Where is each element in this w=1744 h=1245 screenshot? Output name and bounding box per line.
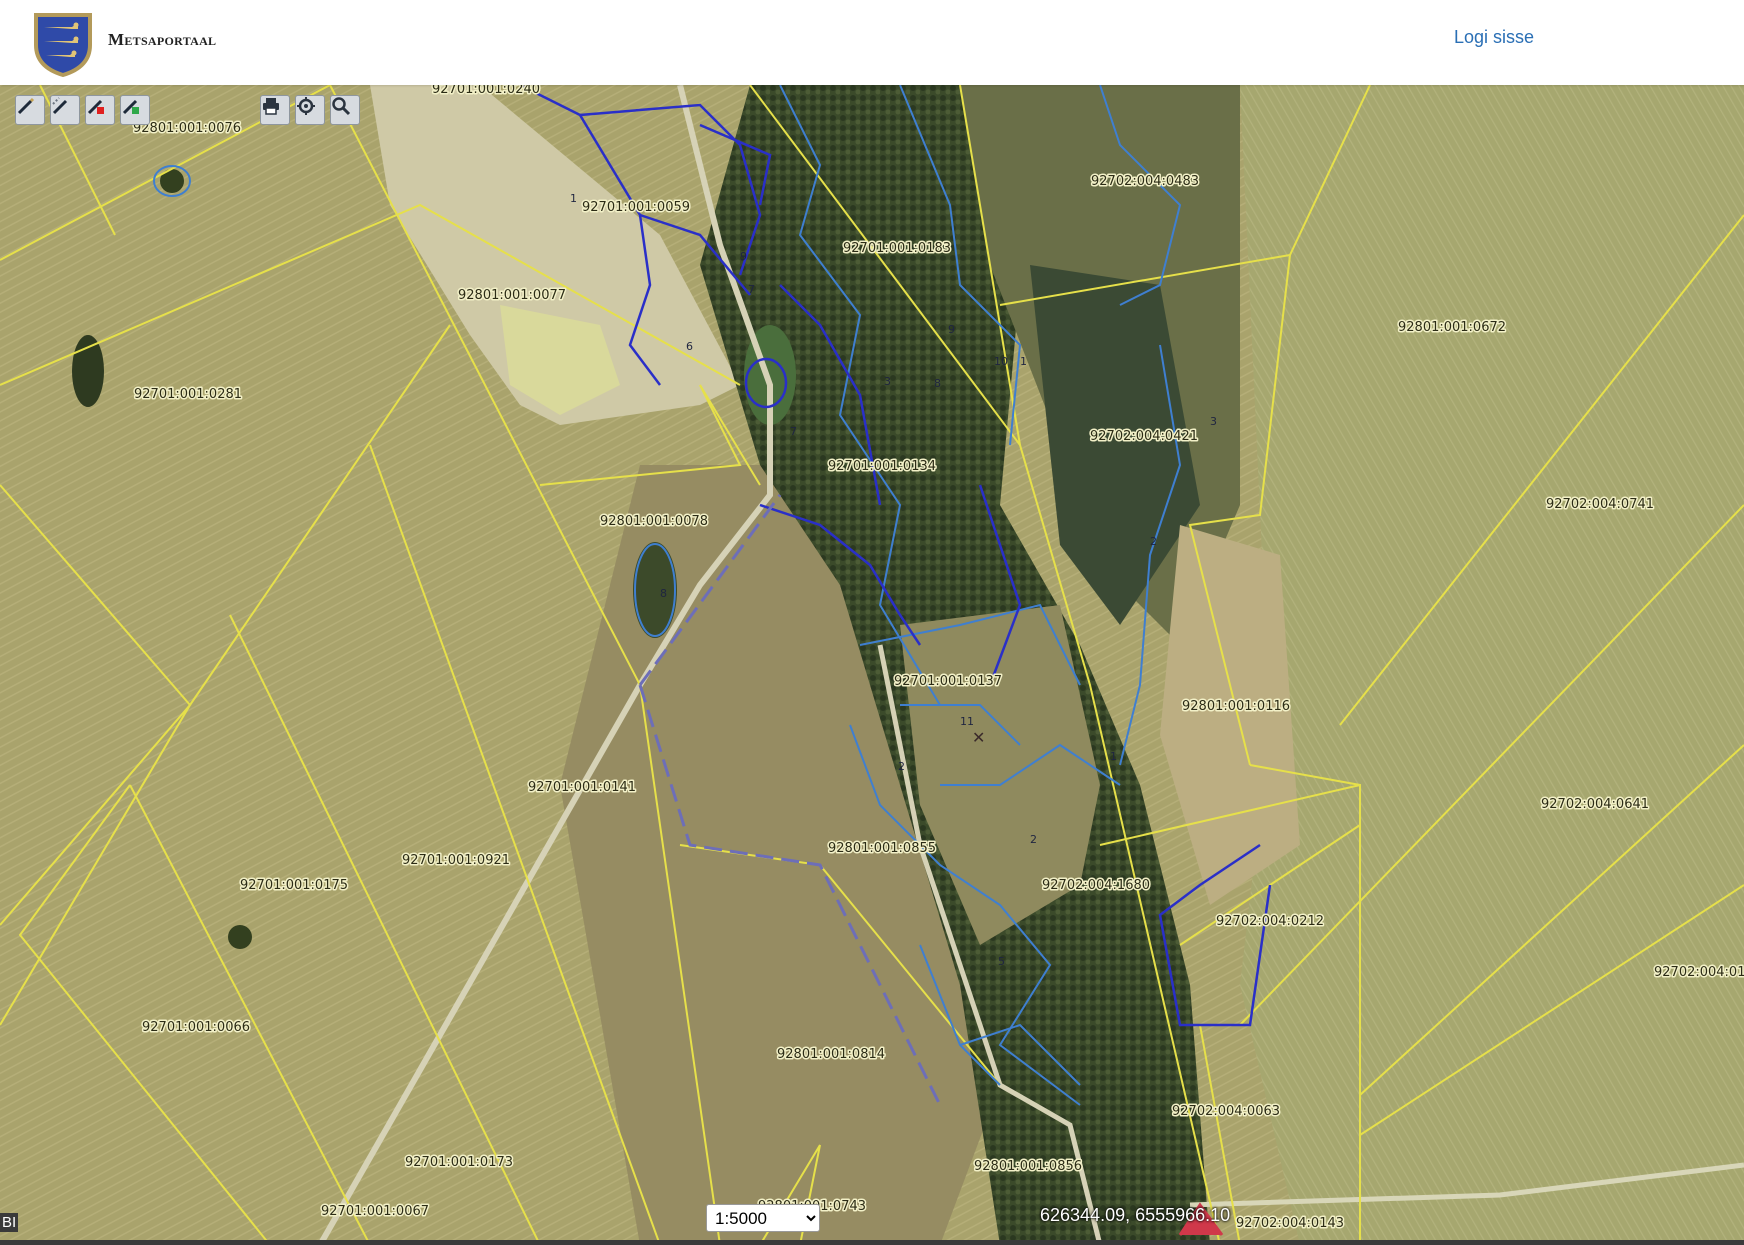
search-button[interactable]: [330, 95, 360, 125]
parcel-label[interactable]: 92701:001:0175: [239, 877, 350, 895]
draw-polygon-button[interactable]: [50, 95, 80, 125]
stand-number: 1: [1020, 355, 1027, 368]
app-title: Metsaportaal: [108, 30, 217, 49]
pencil-area-icon: [52, 97, 68, 115]
stand-number: 11: [960, 715, 974, 728]
parcel-label[interactable]: 92701:001:0921: [401, 852, 512, 870]
orthophoto-map[interactable]: 92701:001:0240 92801:001:0076 92701:001:…: [0, 85, 1744, 1245]
stand-number: 8: [934, 377, 941, 390]
stand-number: 10: [994, 355, 1008, 368]
parcel-label[interactable]: 92702:004:011: [1653, 964, 1744, 982]
stand-number: 1: [570, 192, 577, 205]
stand-number: 7: [748, 283, 755, 296]
scale-select[interactable]: 1:5000: [706, 1204, 820, 1232]
edge-label: BI: [0, 1213, 19, 1232]
parcel-label[interactable]: 92702:004:1680: [1041, 877, 1152, 895]
print-icon: [263, 98, 279, 115]
stand-number: 3: [884, 375, 891, 388]
search-icon: [332, 97, 351, 116]
parcel-label[interactable]: 92701:001:0240: [431, 85, 542, 99]
stand-number: 7: [790, 425, 797, 438]
parcel-label[interactable]: 92702:004:0741: [1545, 496, 1656, 514]
locate-button[interactable]: [295, 95, 325, 125]
pencil-delete-icon: [87, 99, 104, 115]
parcel-label[interactable]: 92701:001:0141: [527, 779, 638, 797]
parcel-label[interactable]: 92701:001:0134: [827, 458, 938, 476]
stand-number: 3: [1210, 415, 1217, 428]
parcel-label[interactable]: 92702:004:0143: [1235, 1215, 1346, 1233]
stand-number: 6: [686, 340, 693, 353]
estonia-coat-of-arms-icon[interactable]: [30, 9, 96, 77]
parcel-label[interactable]: 92702:004:0483: [1090, 173, 1201, 191]
stand-number: 2: [1030, 833, 1037, 846]
parcel-label[interactable]: 92801:001:0855: [827, 840, 938, 858]
parcel-label[interactable]: 92801:001:0077: [457, 287, 568, 305]
pencil-icon: [17, 97, 35, 115]
parcel-label[interactable]: 92702:004:0212: [1215, 913, 1326, 931]
parcel-label[interactable]: 92702:004:0421: [1089, 428, 1200, 446]
parcel-label[interactable]: 92801:001:0078: [599, 513, 710, 531]
marker-x-icon: ✕: [972, 728, 985, 747]
print-button[interactable]: [260, 95, 290, 125]
erase-button[interactable]: [85, 95, 115, 125]
parcel-label[interactable]: 92701:001:0173: [404, 1154, 515, 1172]
coordinates-readout: 626344.09, 6555966.10: [1040, 1205, 1231, 1225]
parcel-label[interactable]: 92801:001:0116: [1181, 698, 1292, 716]
parcel-label[interactable]: 92701:001:0067: [320, 1203, 431, 1221]
parcel-label[interactable]: 92701:001:0066: [141, 1019, 252, 1037]
parcel-label[interactable]: 92801:001:0856: [973, 1158, 1084, 1176]
map-view[interactable]: 92701:001:0240 92801:001:0076 92701:001:…: [0, 85, 1744, 1245]
parcel-label[interactable]: 92702:004:0641: [1540, 796, 1651, 814]
bottom-bar: [0, 1240, 1744, 1245]
stand-number: 2: [1150, 535, 1157, 548]
parcel-label[interactable]: 92701:001:0059: [581, 199, 692, 217]
stand-number: 2: [898, 760, 905, 773]
crosshair-icon: [297, 97, 315, 115]
parcel-label[interactable]: 92701:001:0281: [133, 386, 244, 404]
draw-line-button[interactable]: [15, 95, 45, 125]
parcel-label[interactable]: 92701:001:0183: [842, 240, 953, 258]
parcel-label[interactable]: 92801:001:0814: [776, 1046, 887, 1064]
stand-number: 8: [660, 587, 667, 600]
pencil-measure-icon: [122, 99, 139, 115]
parcel-label[interactable]: 92801:001:0672: [1397, 319, 1508, 337]
stand-number: 1: [1110, 750, 1117, 763]
parcel-label[interactable]: 92701:001:0137: [893, 673, 1004, 691]
stand-number: 9: [740, 250, 747, 263]
stand-number: 9: [948, 323, 955, 336]
stand-number: 5: [998, 955, 1005, 968]
app-header: Metsaportaal Logi sisse: [0, 0, 1744, 85]
parcel-label[interactable]: 92702:004:0063: [1171, 1103, 1282, 1121]
measure-button[interactable]: [120, 95, 150, 125]
login-link[interactable]: Logi sisse: [1454, 27, 1534, 48]
